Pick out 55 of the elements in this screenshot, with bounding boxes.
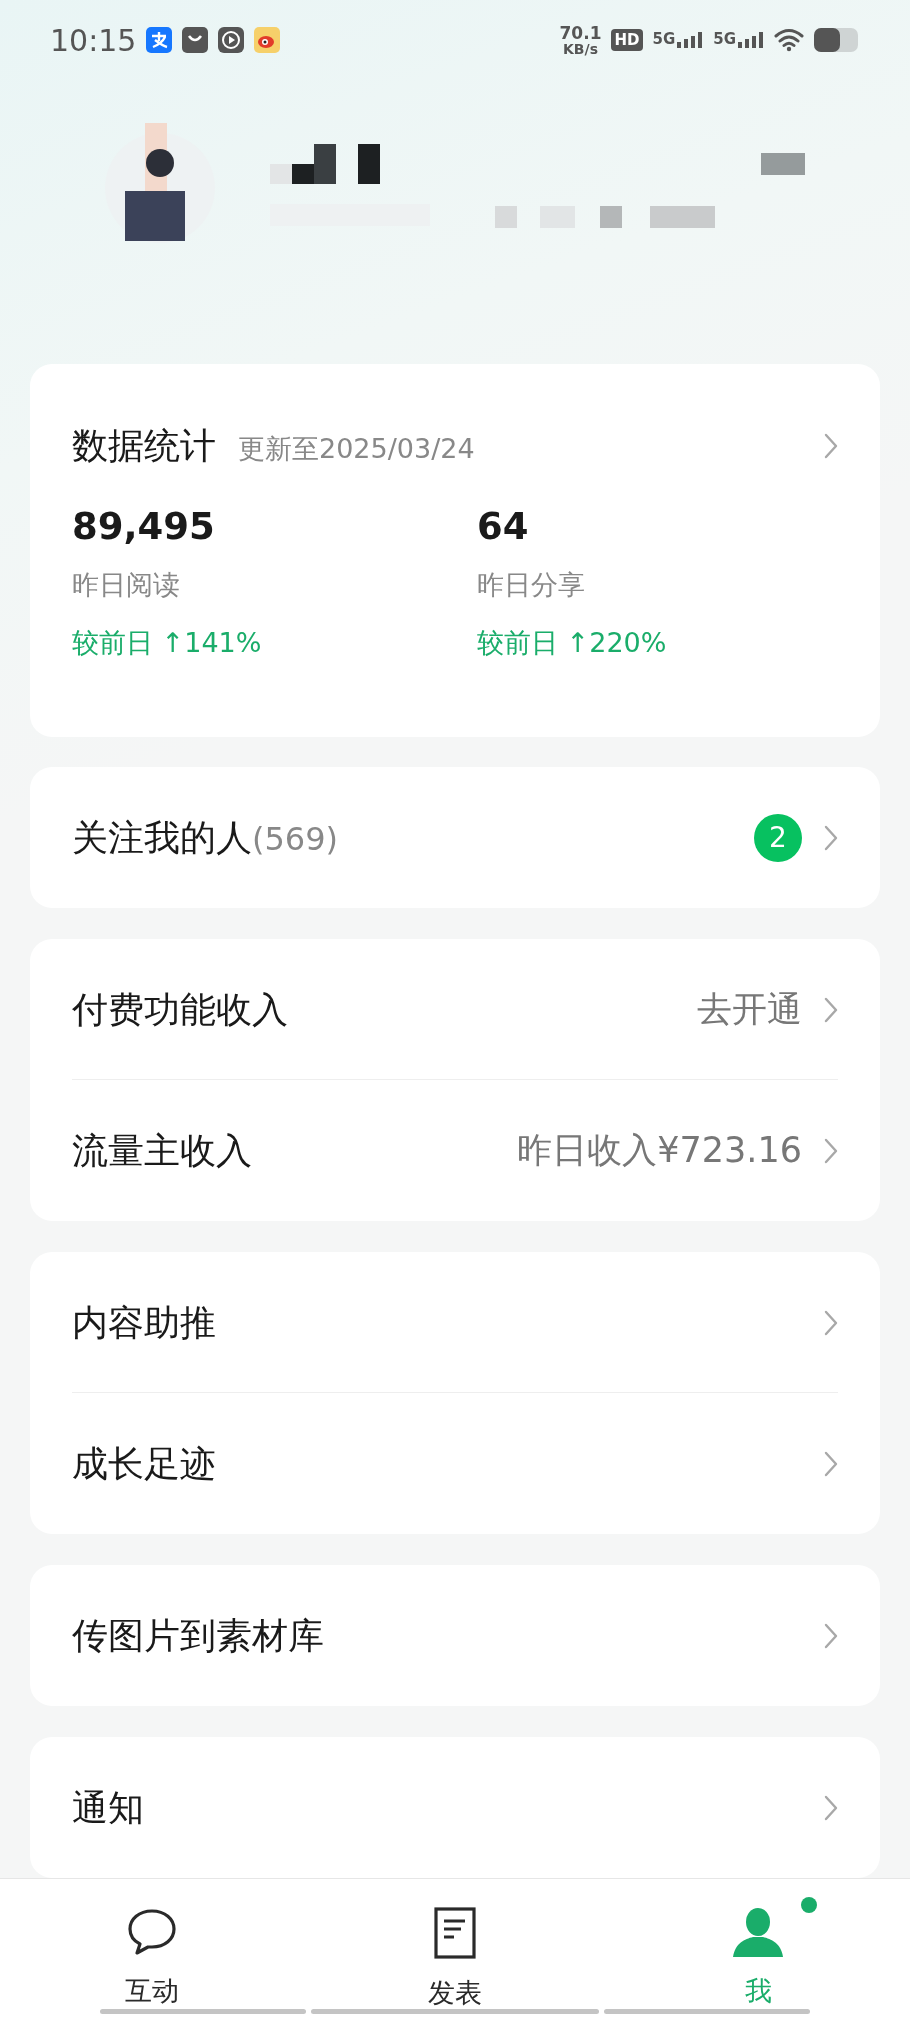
menu-item[interactable]: 流量主收入 昨日收入¥723.16 (72, 1080, 838, 1221)
metric-label: 昨日分享 (477, 568, 586, 602)
update-date: 更新至2025/03/24 (238, 432, 475, 466)
menu-label: 流量主收入 (72, 1128, 252, 1173)
metric-value: 64 (477, 504, 530, 550)
notification-badge: 2 (754, 813, 802, 862)
menu-label: 成长足迹 (72, 1441, 216, 1486)
menu-item[interactable]: 传图片到素材库 (72, 1565, 838, 1706)
battery-icon (814, 28, 860, 53)
app-notification-icon (254, 27, 281, 54)
stats-card[interactable]: 数据统计 更新至2025/03/24 89,495 昨日阅读 较前日 ↑141% 64 昨日分享 较前日 ↑220% (30, 364, 880, 737)
menu-label: 内容助推 (72, 1300, 216, 1345)
chevron-right-icon (824, 1794, 838, 1821)
clock-time: 10:15 (50, 21, 137, 60)
chevron-right-icon (824, 1450, 838, 1477)
network-type: 5G (713, 32, 736, 48)
hd-label: HD (611, 29, 643, 52)
menu-item[interactable]: 通知 (72, 1737, 838, 1878)
metric-change: 较前日 ↑141% (72, 626, 263, 660)
chat-bubble-icon (125, 1907, 178, 1957)
menu-label: 关注我的人 (72, 815, 252, 860)
menu-item[interactable]: 内容助推 (72, 1252, 838, 1393)
follower-count: (569) (252, 818, 339, 860)
menu-value: 去开通 (697, 988, 802, 1032)
chevron-right-icon (824, 1309, 838, 1336)
menu-item[interactable]: 关注我的人(569) 2 (72, 767, 838, 908)
chevron-right-icon (824, 824, 838, 851)
metric-label: 昨日阅读 (72, 568, 181, 602)
network-speed-unit: KB/s (563, 41, 598, 56)
metric-value: 89,495 (72, 504, 216, 550)
document-icon (434, 1907, 476, 1959)
signal-icon (677, 32, 704, 49)
menu-item[interactable]: 成长足迹 (72, 1393, 838, 1534)
nav-tab[interactable]: 互动 (0, 1879, 304, 2022)
network-type: 5G (652, 32, 676, 48)
menu-label: 传图片到素材库 (72, 1613, 324, 1658)
menu-value: 昨日收入¥723.16 (517, 1129, 802, 1173)
metric-change: 较前日 ↑220% (477, 626, 668, 660)
menu-item[interactable]: 付费功能收入 去开通 (72, 939, 838, 1080)
app-notification-icon (182, 27, 209, 54)
chevron-right-icon (824, 996, 838, 1023)
chevron-right-icon (824, 433, 838, 459)
signal-icon (738, 32, 764, 49)
stats-title: 数据统计 (72, 424, 216, 468)
nav-tab[interactable]: 发表 (303, 1879, 607, 2022)
network-speed: 70.1 (559, 24, 602, 42)
person-icon (731, 1907, 786, 1957)
blurred-label (761, 153, 805, 176)
chevron-right-icon (824, 1137, 838, 1164)
app-notification-icon (146, 27, 173, 54)
wifi-icon (774, 28, 804, 53)
menu-label: 付费功能收入 (72, 987, 288, 1032)
play-icon (218, 27, 245, 54)
menu-label: 通知 (72, 1785, 144, 1830)
chevron-right-icon (824, 1622, 838, 1649)
